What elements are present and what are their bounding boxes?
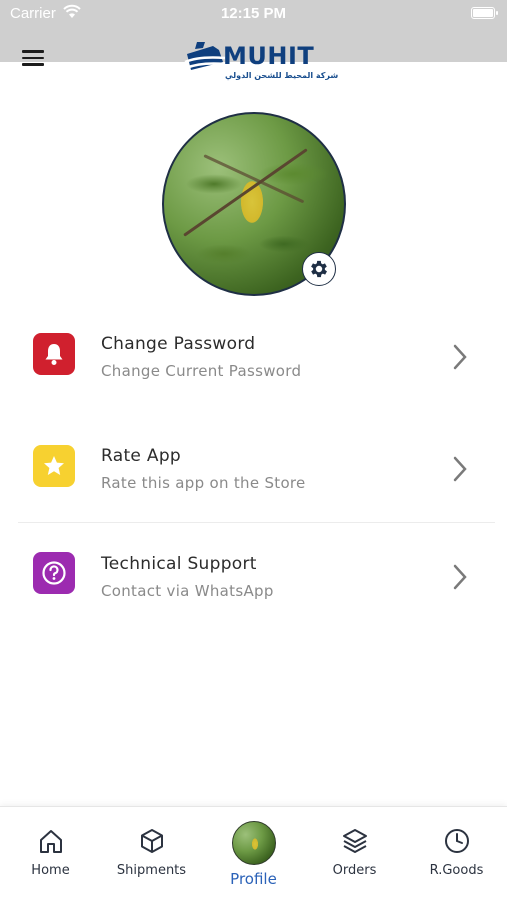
tab-label: R.Goods: [429, 863, 484, 878]
avatar: [231, 821, 276, 865]
menu-item-change-password[interactable]: Change Password Change Current Password: [0, 310, 507, 410]
chevron-right-icon: [453, 456, 467, 482]
menu-item-subtitle: Contact via WhatsApp: [101, 582, 274, 600]
tab-label: Profile: [230, 870, 277, 888]
chevron-right-icon: [453, 344, 467, 370]
tab-r-goods[interactable]: R.Goods: [406, 807, 507, 900]
layers-icon: [304, 827, 405, 857]
gear-icon[interactable]: [302, 252, 336, 286]
menu-item-title: Change Password: [101, 334, 256, 354]
tab-home[interactable]: Home: [0, 807, 101, 900]
tab-avatar: [203, 821, 304, 865]
muhit-logo: MUHIT شركة المحيط للشحن الدولي: [183, 38, 338, 84]
menu-item-subtitle: Rate this app on the Store: [101, 474, 306, 492]
bottom-tab-bar: Home Shipments Profile Orders R.Goods: [0, 806, 507, 900]
app-header: MUHIT شركة المحيط للشحن الدولي: [0, 28, 507, 88]
brand-name: MUHIT: [223, 42, 315, 70]
brand-tagline: شركة المحيط للشحن الدولي: [225, 71, 339, 80]
bell-icon: [33, 333, 75, 375]
battery-icon: [471, 7, 498, 19]
box-icon: [101, 827, 202, 857]
chevron-right-icon: [453, 564, 467, 590]
menu-item-rate-app[interactable]: Rate App Rate this app on the Store: [0, 422, 507, 522]
menu-item-technical-support[interactable]: Technical Support Contact via WhatsApp: [0, 530, 507, 630]
hamburger-menu-icon[interactable]: [22, 50, 48, 70]
tab-label: Shipments: [116, 863, 187, 878]
clock-icon: [406, 827, 507, 857]
tab-profile[interactable]: Profile: [203, 807, 304, 900]
tab-label: Orders: [332, 863, 377, 878]
menu-item-title: Technical Support: [101, 554, 257, 574]
help-circle-icon: [33, 552, 75, 594]
list-divider: [18, 522, 495, 523]
home-icon: [0, 827, 101, 857]
menu-item-subtitle: Change Current Password: [101, 362, 302, 380]
tab-shipments[interactable]: Shipments: [101, 807, 202, 900]
tab-orders[interactable]: Orders: [304, 807, 405, 900]
menu-item-title: Rate App: [101, 446, 181, 466]
star-icon: [33, 445, 75, 487]
clock-time: 12:15 PM: [220, 5, 287, 22]
ship-logo-icon: [184, 42, 226, 70]
tab-label: Home: [31, 863, 70, 878]
profile-avatar-section: [162, 112, 346, 296]
